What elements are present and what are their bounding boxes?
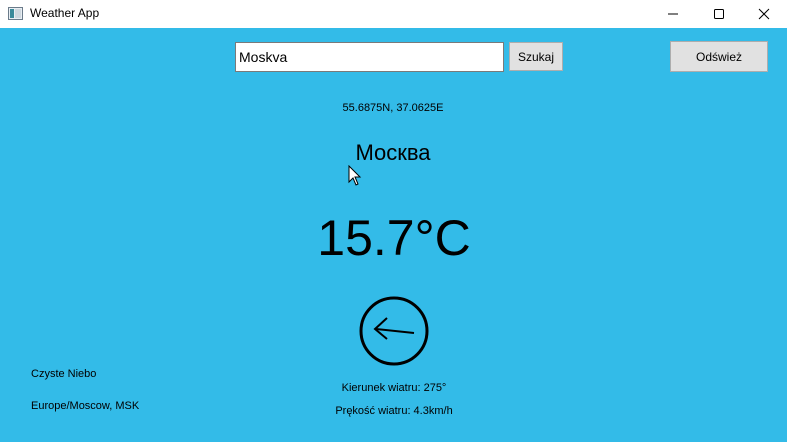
main-panel: Szukaj Odśwież 55.6875N, 37.0625E Москва…	[0, 28, 787, 442]
minimize-icon	[668, 13, 678, 15]
wind-direction-label: Kierunek wiatru: 275°	[341, 382, 447, 394]
timezone-label: Europe/Moscow, MSK	[31, 400, 140, 412]
window-title: Weather App	[30, 6, 100, 20]
wind-speed-label: Prękość wiatru: 4.3km/h	[335, 405, 453, 417]
search-button[interactable]: Szukaj	[509, 42, 563, 71]
close-button[interactable]	[741, 0, 787, 28]
city-name: Москва	[355, 140, 431, 165]
weather-condition-label: Czyste Niebo	[31, 368, 97, 380]
maximize-button[interactable]	[696, 0, 742, 28]
refresh-button[interactable]: Odśwież	[670, 41, 768, 72]
mouse-cursor-icon	[348, 165, 362, 186]
arrow-left-circle-icon	[359, 296, 429, 366]
temperature-display: 15.7°C	[317, 210, 471, 266]
maximize-icon	[714, 9, 724, 19]
minimize-button[interactable]	[650, 0, 696, 28]
title-bar: Weather App	[0, 0, 787, 28]
close-icon	[758, 8, 770, 20]
app-icon	[8, 7, 23, 20]
coordinates-label: 55.6875N, 37.0625E	[342, 102, 444, 114]
search-input[interactable]	[235, 42, 504, 72]
